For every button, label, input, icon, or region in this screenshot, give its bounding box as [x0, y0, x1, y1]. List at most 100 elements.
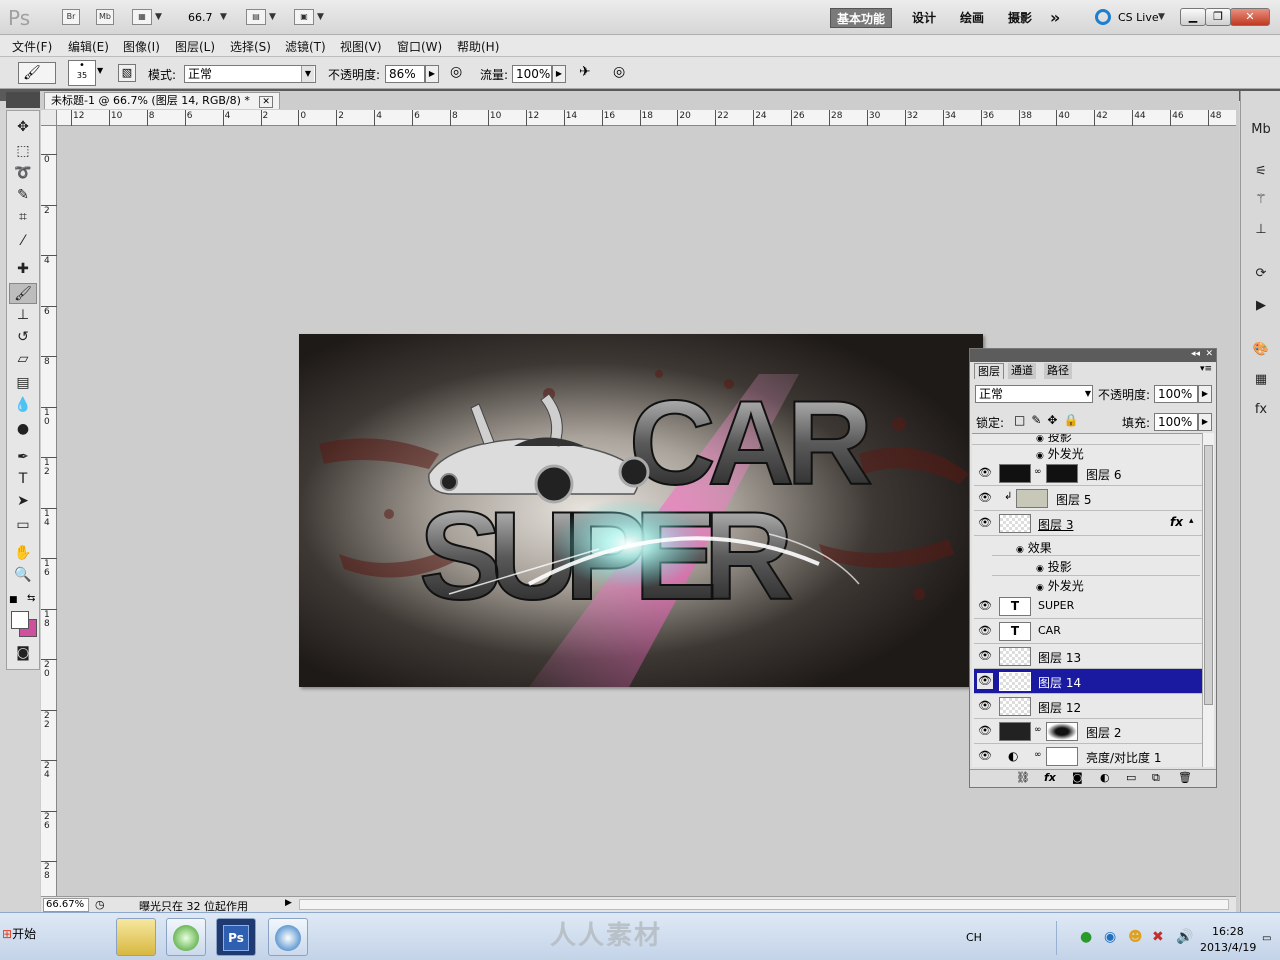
- eye-icon[interactable]: ◉: [1036, 564, 1044, 574]
- clock-time[interactable]: 16:28: [1212, 925, 1244, 938]
- eye-icon[interactable]: 👁: [977, 673, 993, 689]
- menu-view[interactable]: 视图(V): [340, 38, 382, 55]
- layer-name[interactable]: 图层 14: [1038, 674, 1081, 691]
- layer-row[interactable]: 👁 图层 13: [974, 644, 1202, 669]
- workspace-design[interactable]: 设计: [906, 8, 942, 28]
- foreground-color-swatch[interactable]: [11, 611, 29, 629]
- zoom-tool-icon[interactable]: 🔍: [9, 565, 37, 586]
- eye-icon[interactable]: ◉: [1036, 583, 1044, 593]
- layer-mask-thumbnail[interactable]: [1046, 722, 1078, 741]
- swap-colors-icon[interactable]: ⇆: [27, 593, 35, 604]
- color-panel-icon[interactable]: 🎨: [1249, 339, 1273, 361]
- marquee-tool-icon[interactable]: ⬚: [9, 141, 37, 162]
- layer-row[interactable]: 👁 图层 3 fx ▴: [974, 511, 1202, 536]
- history-brush-tool-icon[interactable]: ↺: [9, 327, 37, 348]
- layer-row[interactable]: 👁 ∞ 图层 6: [974, 461, 1202, 486]
- workspace-photography[interactable]: 摄影: [1002, 8, 1038, 28]
- brush-panel-toggle-icon[interactable]: ▧: [118, 64, 136, 82]
- eye-icon[interactable]: 👁: [977, 623, 993, 639]
- panel-menu-icon[interactable]: ▾≡: [1200, 364, 1212, 374]
- layer-name[interactable]: 图层 13: [1038, 649, 1081, 666]
- zoom-status-input[interactable]: 66.67%: [43, 898, 89, 912]
- quick-selection-tool-icon[interactable]: ✎: [9, 185, 37, 206]
- effect-drop-shadow[interactable]: ◉ 投影: [1036, 558, 1072, 575]
- new-adjustment-layer-icon[interactable]: ◐: [1100, 771, 1110, 784]
- brush-panel-icon[interactable]: ⚚: [1249, 189, 1273, 211]
- layer-name[interactable]: 图层 5: [1056, 491, 1091, 508]
- chevron-down-icon[interactable]: ▼: [220, 12, 227, 22]
- menu-image[interactable]: 图像(I): [123, 38, 160, 55]
- horizontal-scrollbar[interactable]: [299, 899, 1229, 910]
- chevron-down-icon[interactable]: ▼: [1158, 12, 1165, 22]
- tray-network-icon[interactable]: ◉: [1104, 929, 1116, 945]
- styles-panel-icon[interactable]: fx: [1249, 399, 1273, 421]
- menu-select[interactable]: 选择(S): [230, 38, 271, 55]
- layers-panel-titlebar[interactable]: ◂◂ ✕: [970, 349, 1216, 362]
- blend-mode-select[interactable]: 正常 ▼: [975, 385, 1093, 403]
- clone-stamp-tool-icon[interactable]: ⊥: [9, 305, 37, 326]
- cs-live-label[interactable]: CS Live: [1118, 11, 1159, 24]
- close-button[interactable]: ✕: [1230, 8, 1270, 26]
- layer-opacity-input[interactable]: 100%: [1154, 385, 1198, 403]
- default-colors-icon[interactable]: ■: [9, 595, 18, 605]
- chevron-down-icon[interactable]: ▼: [155, 12, 162, 22]
- layer-mask-thumbnail[interactable]: [1046, 464, 1078, 483]
- eye-icon[interactable]: 👁: [977, 698, 993, 714]
- type-tool-icon[interactable]: T: [9, 469, 37, 490]
- layer-opacity-slider-button[interactable]: ▶: [1198, 385, 1212, 403]
- lock-icons[interactable]: □✎✥🔒: [1014, 413, 1084, 427]
- clone-source-panel-icon[interactable]: ⊥: [1249, 219, 1273, 241]
- swatches-panel-icon[interactable]: ▦: [1249, 369, 1273, 391]
- blur-tool-icon[interactable]: 💧: [9, 395, 37, 416]
- explorer-taskbar-icon[interactable]: [116, 918, 156, 956]
- actions-panel-icon[interactable]: ▶: [1249, 295, 1273, 317]
- layer-name[interactable]: SUPER: [1038, 599, 1074, 612]
- eye-icon[interactable]: 👁: [977, 490, 993, 506]
- layer-row[interactable]: 👁 ∞ 图层 2: [974, 719, 1202, 744]
- eye-icon[interactable]: 👁: [977, 723, 993, 739]
- cs-live-icon[interactable]: [1095, 9, 1111, 25]
- opacity-slider-button[interactable]: ▶: [425, 65, 439, 83]
- layer-name[interactable]: 图层 12: [1038, 699, 1081, 716]
- layer-row[interactable]: 👁 ◐ ∞ 亮度/对比度 1: [974, 744, 1202, 767]
- toolbox-header[interactable]: [6, 92, 40, 108]
- close-tab-icon[interactable]: ✕: [259, 96, 273, 108]
- language-indicator[interactable]: CH: [966, 931, 982, 944]
- tab-layers[interactable]: 图层: [974, 363, 1004, 379]
- airbrush-icon[interactable]: ✈: [579, 64, 591, 80]
- eye-icon[interactable]: ◉: [1016, 545, 1024, 555]
- view-extras-icon[interactable]: ▦: [132, 9, 152, 25]
- effect-outer-glow[interactable]: ◉ 外发光: [1036, 577, 1084, 594]
- clock-date[interactable]: 2013/4/19: [1200, 941, 1256, 954]
- dodge-tool-icon[interactable]: ●: [9, 419, 37, 440]
- layer-mask-thumbnail[interactable]: [1046, 747, 1078, 766]
- crop-tool-icon[interactable]: ⌗: [9, 207, 37, 228]
- layer-row-selected[interactable]: 👁 图层 14: [974, 669, 1202, 694]
- document-tab[interactable]: 未标题-1 @ 66.7% (图层 14, RGB/8) * ✕: [44, 92, 280, 109]
- delete-layer-icon[interactable]: 🗑: [1178, 771, 1192, 784]
- menu-filter[interactable]: 滤镜(T): [285, 38, 326, 55]
- brush-presets-panel-icon[interactable]: ⚟: [1249, 161, 1273, 183]
- mini-bridge-icon[interactable]: Mb: [96, 9, 114, 25]
- layers-scrollbar[interactable]: [1202, 433, 1214, 767]
- gradient-tool-icon[interactable]: ▤: [9, 373, 37, 394]
- layer-name[interactable]: 图层 2: [1086, 724, 1121, 741]
- arrange-documents-icon[interactable]: ▤: [246, 9, 266, 25]
- layer-name[interactable]: 图层 6: [1086, 466, 1121, 483]
- lasso-tool-icon[interactable]: ➰: [9, 163, 37, 184]
- chevron-down-icon[interactable]: ▼: [97, 66, 103, 75]
- eye-icon[interactable]: 👁: [977, 598, 993, 614]
- mode-select[interactable]: 正常 ▼: [184, 65, 316, 83]
- brush-preset-picker[interactable]: • 35: [68, 60, 96, 86]
- add-layer-style-icon[interactable]: fx: [1044, 771, 1056, 784]
- layer-fx-badge[interactable]: fx: [1170, 515, 1183, 529]
- move-tool-icon[interactable]: ✥: [9, 117, 37, 138]
- pressure-size-icon[interactable]: ◎: [613, 64, 625, 80]
- quick-mask-icon[interactable]: ◙: [9, 643, 37, 664]
- chevron-down-icon[interactable]: ▼: [317, 12, 324, 22]
- healing-brush-tool-icon[interactable]: ✚: [9, 259, 37, 280]
- add-mask-icon[interactable]: ◙: [1072, 771, 1083, 784]
- link-layers-icon[interactable]: ⛓: [1016, 771, 1030, 784]
- canvas-artwork[interactable]: CAR SUPER: [299, 334, 983, 687]
- eye-icon[interactable]: ◉: [1036, 451, 1044, 461]
